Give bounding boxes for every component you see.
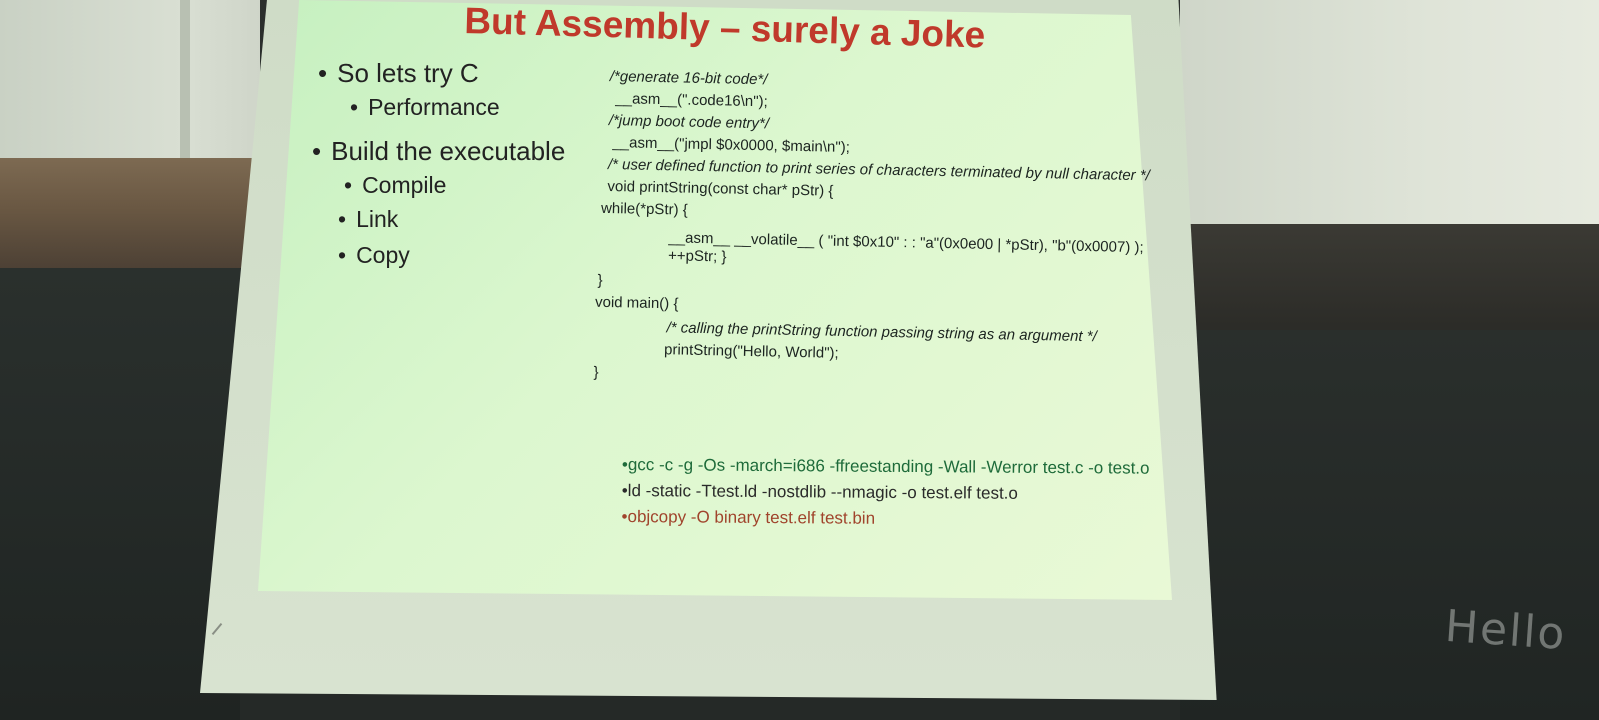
ld-command: •ld -static -Ttest.ld -nostdlib --nmagic… (621, 480, 1018, 503)
code-line: ++pStr; } (667, 247, 727, 266)
wall-right (1180, 0, 1599, 240)
bullet-item: • Performance (350, 94, 500, 121)
bullet-text: So lets try C (337, 58, 479, 88)
bullet-item: • So lets try C (318, 58, 479, 89)
bullet-item: • Build the executable (312, 136, 565, 167)
bullet-item: • Compile (344, 172, 446, 199)
wall-post (180, 0, 190, 170)
gcc-command: •gcc -c -g -Os -march=i686 -ffreestandin… (621, 455, 1150, 478)
bullet-dot-icon: • (338, 206, 347, 232)
bullet-text: Link (356, 206, 399, 232)
bullet-item: • Link (338, 206, 398, 233)
code-line: /*jump boot code entry*/ (608, 111, 770, 133)
code-line: while(*pStr) { (600, 199, 688, 219)
photo-scene: Hello But Assembly – surely a Joke • So l… (0, 0, 1599, 720)
bullet-text: Build the executable (331, 136, 566, 166)
objcopy-command: •objcopy -O binary test.elf test.bin (621, 506, 876, 528)
bullet-dot-icon: • (344, 172, 353, 198)
code-line: } (593, 363, 599, 381)
bullet-dot-icon: • (338, 242, 347, 268)
chalkboard-right (1180, 330, 1599, 720)
chalk-scribble: Hello (1443, 600, 1569, 661)
code-line: printString("Hello, World"); (663, 341, 839, 362)
bullet-item: • Copy (338, 242, 410, 269)
bullet-dot-icon: • (312, 136, 322, 166)
bullet-dot-icon: • (350, 94, 359, 120)
code-line: void main() { (594, 293, 679, 313)
wood-ledge-left (0, 158, 260, 268)
bullet-text: Compile (362, 172, 447, 198)
code-line: /*generate 16-bit code*/ (609, 68, 768, 89)
wall-left (0, 0, 260, 170)
code-line: __asm__(".code16\n"); (615, 90, 768, 111)
bullet-text: Copy (356, 242, 410, 268)
ledge-right (1180, 224, 1599, 334)
bullet-text: Performance (368, 94, 500, 120)
code-line: } (597, 271, 603, 289)
bullet-dot-icon: • (318, 58, 328, 88)
